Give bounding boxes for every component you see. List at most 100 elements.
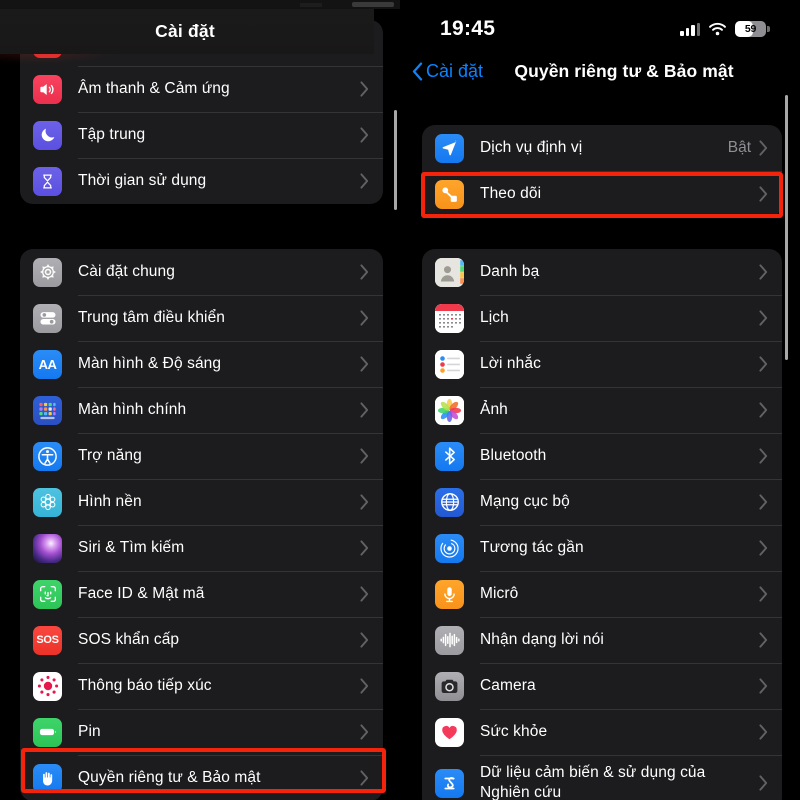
screenshot-root: Thông báo Âm thanh & Cảm ứng Tập trung: [0, 0, 800, 800]
chevron-right-icon: [360, 356, 369, 372]
list-item-label: Micrô: [480, 585, 519, 603]
list-item[interactable]: Cài đặt chung: [20, 249, 383, 295]
bluetooth-icon: [435, 441, 464, 471]
status-bar-clock: 19:45: [440, 17, 496, 40]
list-item-label: Quyền riêng tư & Bảo mật: [78, 769, 261, 787]
list-item-label: Thời gian sử dụng: [78, 172, 207, 190]
chevron-right-icon: [759, 356, 768, 372]
list-item-label: Cài đặt chung: [78, 263, 175, 281]
wifi-icon: [709, 22, 726, 36]
list-item-label: Lịch: [480, 309, 509, 327]
list-item[interactable]: Tập trung: [20, 112, 383, 158]
chevron-right-icon: [360, 127, 369, 143]
cellular-signal-icon: [680, 22, 700, 36]
battery-icon: [33, 717, 62, 747]
list-item[interactable]: Nhận dạng lời nói: [422, 617, 782, 663]
chevron-right-icon: [759, 540, 768, 556]
chevron-right-icon: [759, 402, 768, 418]
accessibility-icon: [33, 441, 62, 471]
list-item[interactable]: Mạng cục bộ: [422, 479, 782, 525]
list-item[interactable]: Pin: [20, 709, 383, 755]
chevron-right-icon: [759, 632, 768, 648]
left-overlay-header: Cài đặt: [0, 8, 374, 54]
list-item[interactable]: Màn hình chính: [20, 387, 383, 433]
list-item[interactable]: Camera: [422, 663, 782, 709]
list-item[interactable]: Lời nhắc: [422, 341, 782, 387]
chevron-right-icon: [360, 448, 369, 464]
location-services-icon: [435, 133, 464, 163]
list-item[interactable]: Bluetooth: [422, 433, 782, 479]
chevron-right-icon: [360, 494, 369, 510]
list-item[interactable]: Âm thanh & Cảm ứng: [20, 66, 383, 112]
list-item[interactable]: Tương tác gần: [422, 525, 782, 571]
list-item-label: Bluetooth: [480, 447, 547, 465]
right-group-location: Dịch vụ định vị Bật Theo dõi: [422, 125, 782, 217]
chevron-right-icon: [759, 186, 768, 202]
chevron-right-icon: [759, 264, 768, 280]
display-brightness-icon: AA: [33, 349, 62, 379]
list-item-label: Màn hình & Độ sáng: [78, 355, 222, 373]
list-item-privacy-security[interactable]: Quyền riêng tư & Bảo mật: [20, 755, 383, 800]
right-scrollbar[interactable]: [785, 95, 788, 360]
list-item[interactable]: Siri & Tìm kiếm: [20, 525, 383, 571]
list-item[interactable]: Trung tâm điều khiển: [20, 295, 383, 341]
list-item-tracking[interactable]: Theo dõi: [422, 171, 782, 217]
speech-recognition-icon: [435, 625, 464, 655]
chevron-right-icon: [360, 724, 369, 740]
chevron-right-icon: [759, 586, 768, 602]
chevron-right-icon: [360, 632, 369, 648]
page-title: Cài đặt: [155, 20, 215, 41]
chevron-right-icon: [360, 264, 369, 280]
left-scrollbar[interactable]: [394, 110, 397, 210]
list-item[interactable]: Micrô: [422, 571, 782, 617]
right-group-app-permissions: Danh bạ Lịch Lời nhắc Ảnh Bluetooth Mạng…: [422, 249, 782, 800]
list-item[interactable]: Thời gian sử dụng: [20, 158, 383, 204]
list-item[interactable]: Trợ năng: [20, 433, 383, 479]
list-item-label: Tương tác gần: [480, 539, 584, 557]
list-item[interactable]: Danh bạ: [422, 249, 782, 295]
list-item-label: SOS khẩn cấp: [78, 631, 180, 649]
chevron-right-icon: [360, 402, 369, 418]
chevron-right-icon: [759, 775, 768, 791]
chevron-right-icon: [759, 310, 768, 326]
list-item-label: Danh bạ: [480, 263, 540, 281]
list-item[interactable]: Face ID & Mật mã: [20, 571, 383, 617]
chevron-right-icon: [360, 586, 369, 602]
siri-search-icon: [33, 533, 62, 563]
list-item[interactable]: Dữ liệu cảm biến & sử dụng của Nghiên cứ…: [422, 755, 782, 800]
left-settings-screen: Thông báo Âm thanh & Cảm ứng Tập trung: [0, 0, 400, 800]
list-item-location-services[interactable]: Dịch vụ định vị Bật: [422, 125, 782, 171]
list-item[interactable]: Hình nền: [20, 479, 383, 525]
navigation-bar: Cài đặt Quyền riêng tư & Bảo mật: [400, 50, 800, 92]
left-status-bar-cropped: [0, 0, 400, 9]
battery-cap: [767, 26, 770, 32]
list-item-label: Lời nhắc: [480, 355, 541, 373]
list-item-label: Dịch vụ định vị: [480, 139, 583, 157]
chevron-right-icon: [360, 540, 369, 556]
list-item-label: Hình nền: [78, 493, 142, 511]
chevron-right-icon: [759, 724, 768, 740]
home-screen-icon: [33, 395, 62, 425]
gear-icon: [33, 257, 62, 287]
list-item[interactable]: Ảnh: [422, 387, 782, 433]
list-item-label: Pin: [78, 723, 101, 741]
chevron-right-icon: [759, 140, 768, 156]
camera-icon: [435, 671, 464, 701]
sos-icon: SOS: [33, 625, 62, 655]
list-item[interactable]: Lịch: [422, 295, 782, 341]
list-item-label: Trung tâm điều khiển: [78, 309, 226, 327]
sound-haptics-icon: [33, 74, 62, 104]
list-item[interactable]: SOS SOS khẩn cấp: [20, 617, 383, 663]
reminders-icon: [435, 349, 464, 379]
chevron-right-icon: [360, 770, 369, 786]
cellular-signal-icon: [300, 3, 322, 7]
exposure-notification-icon: [33, 671, 62, 701]
chevron-right-icon: [360, 678, 369, 694]
list-item[interactable]: Thông báo tiếp xúc: [20, 663, 383, 709]
battery-icon: 59: [735, 21, 770, 37]
focus-icon: [33, 120, 62, 150]
local-network-icon: [435, 487, 464, 517]
list-item[interactable]: Sức khỏe: [422, 709, 782, 755]
list-item[interactable]: AA Màn hình & Độ sáng: [20, 341, 383, 387]
chevron-right-icon: [360, 81, 369, 97]
